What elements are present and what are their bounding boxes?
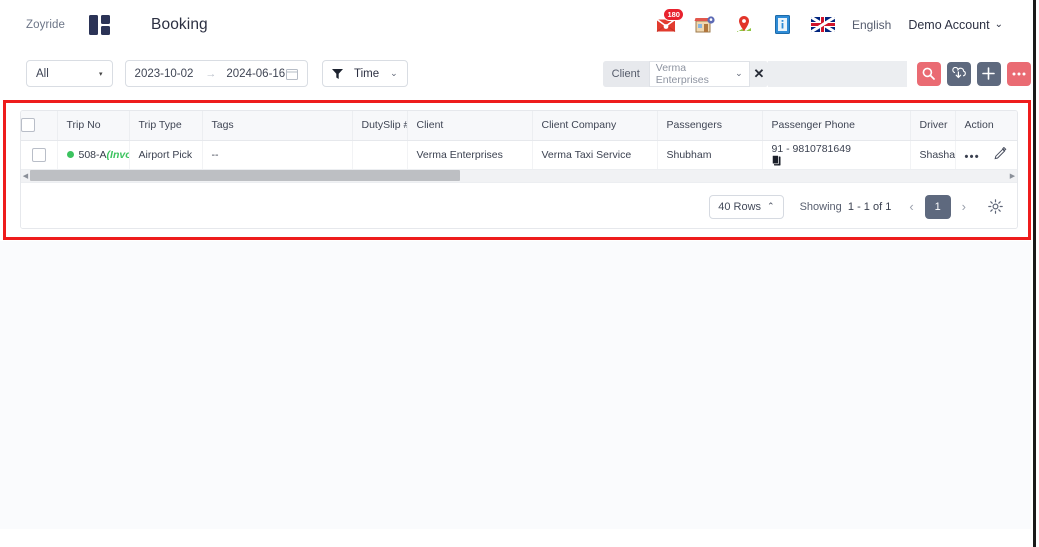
language-label[interactable]: English [852,18,891,32]
horizontal-scrollbar[interactable]: ◀ ▶ [21,169,1017,183]
client-filter-label: Client [602,60,649,87]
select-all-checkbox[interactable] [21,118,35,133]
date-range-input[interactable]: 2023-10-02 → 2024-06-16 [124,60,309,87]
table-row[interactable]: 508-A(Invoiced Airport Pick -- Verma Ent… [21,140,1017,170]
more-options-button[interactable] [1006,61,1031,86]
chevron-down-icon: ▾ [99,70,103,78]
next-page-button[interactable]: › [962,199,966,214]
date-range-arrow-icon: → [205,67,217,80]
search-input[interactable] [768,60,907,87]
cell-client: Verma Enterprises [407,140,533,170]
page-footer-area [0,529,1031,547]
trip-no-value: 508-A [78,148,107,161]
bookings-table-card: Trip No Trip Type Tags DutySlip # Client… [20,110,1018,229]
prev-page-button[interactable]: ‹ [909,199,913,214]
page-title: Booking [151,15,208,33]
passenger-phone-value: 91 - 9810781649 [771,143,851,155]
time-filter-label: Time [354,67,380,80]
column-header-tags[interactable]: Tags [202,111,353,141]
column-header-dutyslip[interactable]: DutySlip # [352,111,408,141]
showing-status: Showing 1 - 1 of 1 [800,201,892,213]
row-more-button[interactable]: ••• [965,151,980,163]
mail-icon[interactable]: 180 [655,7,684,36]
status-filter-value: All [36,67,49,80]
table-header-row: Trip No Trip Type Tags DutySlip # Client… [21,111,1017,141]
grid-logo-icon[interactable] [89,14,111,35]
rows-per-page-button[interactable]: 40 Rows ⌃ [709,194,784,219]
cell-action: ••• [955,140,1017,170]
cell-tags: -- [202,140,353,170]
map-pin-icon[interactable] [733,14,755,36]
gear-icon[interactable] [988,199,1003,214]
account-name: Demo Account [908,17,990,32]
filter-toolbar: All ▾ 2023-10-02 → 2024-06-16 Time ⌄ Cli… [0,49,1031,98]
highlight-annotation-box: Trip No Trip Type Tags DutySlip # Client… [3,100,1031,240]
page-background-area [0,241,1031,529]
row-checkbox[interactable] [31,147,46,162]
column-header-passengers[interactable]: Passengers [657,111,763,141]
client-filter-select[interactable]: Verma Enterprises ⌄ [648,60,750,87]
scrollbar-thumb[interactable] [30,170,460,181]
page-scrollbar[interactable] [1033,0,1036,547]
rows-per-page-value: 40 Rows [718,200,762,213]
client-filter-group: Client Verma Enterprises ⌄ ✕ [602,60,769,87]
account-menu[interactable]: Demo Account ⌄ [908,18,1003,32]
row-select-cell [21,140,58,170]
clear-filter-button[interactable]: ✕ [749,60,769,87]
store-icon[interactable] [694,14,716,36]
table-pagination-bar: 40 Rows ⌃ Showing 1 - 1 of 1 ‹ 1 › [21,182,1017,228]
nav-right-group: 180 English Demo Account ⌄ [655,7,1003,36]
clipboard-icon[interactable] [771,155,910,166]
calendar-icon [286,68,299,80]
trip-status-badge: (Invoiced [106,148,128,161]
bookings-table: Trip No Trip Type Tags DutySlip # Client… [21,111,1017,170]
chevron-up-icon: ⌃ [767,201,775,211]
status-dot-icon [66,151,74,159]
cell-passengers: Shubham [657,140,763,170]
brand-name: Zoyride [26,18,66,31]
funnel-icon [332,68,344,79]
top-navigation-bar: Zoyride Booking 180 English Demo Account… [0,0,1031,49]
cell-trip-no: 508-A(Invoiced [57,140,130,170]
date-to-value: 2024-06-16 [226,67,286,80]
edit-pencil-icon[interactable] [994,146,1007,160]
scrollbar-track[interactable] [30,169,1008,182]
date-from-value: 2023-10-02 [134,67,194,80]
column-header-client-company[interactable]: Client Company [532,111,658,141]
showing-label: Showing [799,200,842,213]
column-header-action[interactable]: Action [955,111,1017,141]
status-filter-select[interactable]: All ▾ [26,60,113,87]
column-header-client[interactable]: Client [407,111,533,141]
uk-flag-icon[interactable] [810,17,835,32]
toolbar-action-buttons [916,61,1031,86]
chevron-down-icon: ⌄ [735,68,743,78]
select-all-header [21,111,58,141]
page-number-1[interactable]: 1 [924,194,951,219]
client-filter-value: Verma Enterprises [655,61,709,86]
time-filter-button[interactable]: Time ⌄ [322,60,408,87]
column-header-passenger-phone[interactable]: Passenger Phone [762,111,911,141]
download-button[interactable] [946,61,971,86]
column-header-trip-no[interactable]: Trip No [57,111,130,141]
column-header-driver[interactable]: Driver [910,111,956,141]
add-button[interactable] [976,61,1001,86]
search-button[interactable] [916,61,941,86]
cell-trip-type: Airport Pick [129,140,203,170]
cell-driver: Shashank [910,140,956,170]
cell-client-company: Verma Taxi Service [532,140,658,170]
book-info-icon[interactable] [772,14,794,36]
chevron-down-icon: ⌄ [390,68,398,78]
scroll-right-arrow-icon[interactable]: ▶ [1008,172,1017,180]
cell-dutyslip [352,140,408,170]
mail-badge-count: 180 [663,7,684,21]
chevron-down-icon: ⌄ [994,19,1003,30]
showing-range: 1 - 1 of 1 [847,200,892,213]
app-window: Zoyride Booking 180 English Demo Account… [0,0,1039,547]
scroll-left-arrow-icon[interactable]: ◀ [21,172,30,180]
column-header-trip-type[interactable]: Trip Type [129,111,203,141]
cell-passenger-phone: 91 - 9810781649 [762,140,911,170]
